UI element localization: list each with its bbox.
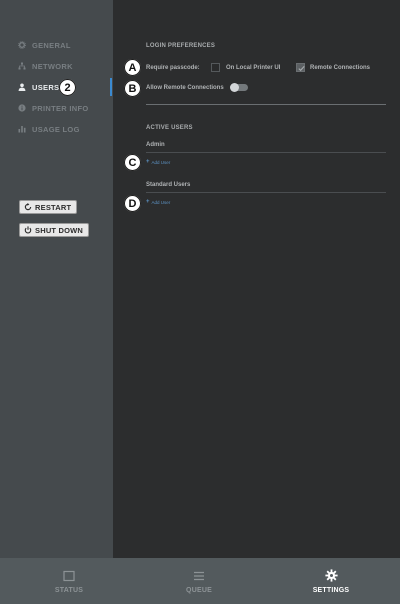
sidebar-item-users[interactable]: USERS — [18, 80, 59, 94]
sidebar-item-network[interactable]: NETWORK — [18, 59, 73, 73]
sidebar-item-usage-log[interactable]: USAGE LOG — [18, 122, 80, 136]
sidebar-item-label: USERS — [32, 82, 60, 92]
callout-a: A — [124, 59, 141, 76]
queue-icon — [192, 569, 206, 583]
checkmark-icon — [298, 66, 305, 72]
printer-settings-app: GENERAL NETWORK USERS PRINTER INFO USAGE… — [0, 0, 400, 604]
shutdown-button[interactable]: SHUT DOWN — [19, 223, 90, 237]
restart-button[interactable]: RESTART — [19, 200, 78, 214]
section-divider — [146, 104, 386, 105]
settings-main-panel: LOGIN PREFERENCES Require passcode: On L… — [113, 0, 400, 558]
user-icon — [18, 83, 26, 91]
callout-b: B — [124, 80, 141, 97]
callout-d: D — [124, 195, 141, 212]
standard-users-group-label: Standard Users — [146, 182, 191, 188]
settings-gear-icon — [324, 569, 338, 583]
sidebar-item-label: NETWORK — [32, 61, 73, 71]
tab-settings[interactable]: SETTINGS — [302, 558, 360, 604]
add-user-label: Add User — [151, 159, 171, 165]
sidebar-item-label: USAGE LOG — [32, 124, 80, 134]
remote-connections-checkbox[interactable] — [296, 63, 305, 72]
callout-c: C — [124, 154, 141, 171]
admin-divider — [146, 152, 386, 153]
callout-2: 2 — [59, 79, 76, 96]
tab-queue[interactable]: QUEUE — [170, 558, 228, 604]
sidebar-item-printer-info[interactable]: PRINTER INFO — [18, 101, 89, 115]
tab-label: SETTINGS — [312, 586, 350, 594]
allow-remote-connections-toggle[interactable] — [230, 83, 248, 92]
status-icon — [62, 569, 76, 583]
active-users-title: ACTIVE USERS — [146, 125, 193, 131]
plus-icon: + — [146, 199, 150, 205]
tab-label: STATUS — [54, 586, 84, 594]
info-icon — [18, 104, 26, 112]
bar-chart-icon — [18, 125, 26, 133]
network-icon — [18, 62, 26, 70]
standard-add-user-link[interactable]: + Add User — [146, 199, 170, 205]
standard-users-divider — [146, 192, 386, 193]
allow-remote-connections-label: Allow Remote Connections — [146, 85, 224, 91]
bottom-navigation: STATUS QUEUE SETTINGS — [0, 558, 400, 604]
on-local-printer-label: On Local Printer UI — [226, 65, 281, 71]
plus-icon: + — [146, 159, 150, 165]
require-passcode-label: Require passcode: — [146, 65, 200, 71]
on-local-printer-checkbox[interactable] — [211, 63, 220, 72]
toggle-knob — [230, 83, 239, 92]
power-icon — [24, 226, 32, 234]
sidebar-item-general[interactable]: GENERAL — [18, 38, 71, 52]
tab-status[interactable]: STATUS — [40, 558, 98, 604]
admin-group-label: Admin — [146, 142, 165, 148]
active-indicator — [110, 78, 112, 96]
add-user-label: Add User — [151, 199, 171, 205]
remote-connections-label: Remote Connections — [310, 65, 371, 71]
tab-label: QUEUE — [186, 586, 212, 594]
restart-icon — [24, 203, 32, 211]
admin-add-user-link[interactable]: + Add User — [146, 159, 170, 165]
sidebar-item-label: PRINTER INFO — [32, 103, 89, 113]
gear-icon — [18, 41, 26, 49]
login-preferences-title: LOGIN PREFERENCES — [146, 43, 216, 49]
sidebar-item-label: GENERAL — [32, 40, 71, 50]
settings-sidebar: GENERAL NETWORK USERS PRINTER INFO USAGE… — [0, 0, 113, 558]
shutdown-label: SHUT DOWN — [35, 225, 84, 235]
restart-label: RESTART — [35, 202, 72, 212]
